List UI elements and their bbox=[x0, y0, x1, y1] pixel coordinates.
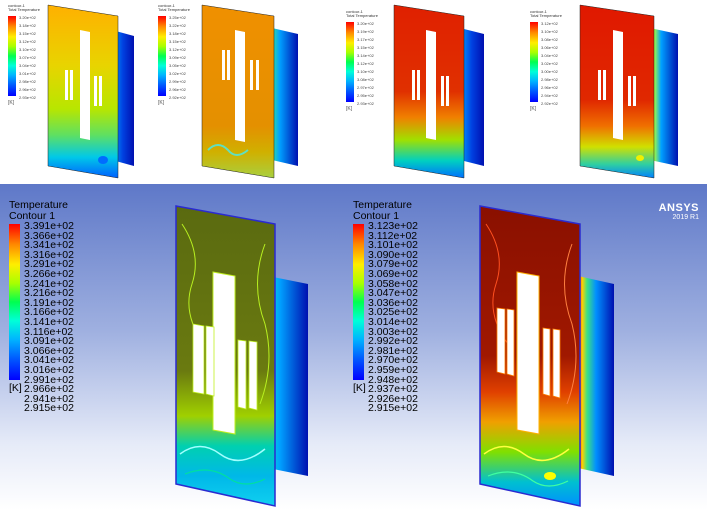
tick-label: 3.20e+02 bbox=[19, 15, 36, 20]
tick-label: 3.06e+02 bbox=[541, 45, 558, 50]
tick-label: 3.12e+02 bbox=[19, 39, 36, 44]
tick-label: 2.95e+02 bbox=[357, 93, 374, 98]
legend-unit: [K] bbox=[530, 106, 537, 112]
panel-top-4: contour-1 Total Temperature 3.12e+02 3.1… bbox=[520, 0, 707, 180]
tick-label: 2.92e+02 bbox=[541, 101, 558, 106]
tick-label: 3.18e+02 bbox=[169, 31, 186, 36]
colorbar bbox=[346, 22, 354, 102]
tick-label: 3.19e+02 bbox=[357, 29, 374, 34]
tick-label: 3.14e+02 bbox=[357, 53, 374, 58]
tick-label: 2.97e+02 bbox=[357, 85, 374, 90]
legend-subtitle: Total Temperature bbox=[530, 13, 562, 18]
tick-label: 3.18e+02 bbox=[19, 23, 36, 28]
tick-label: 2.96e+02 bbox=[541, 85, 558, 90]
legend-subtitle: Total Temperature bbox=[346, 13, 378, 18]
legend-unit: [K] bbox=[9, 382, 22, 394]
legend-bottom-right: Temperature Contour 1 3.123e+02 3.112e+0… bbox=[353, 200, 418, 413]
colorbar bbox=[158, 16, 166, 96]
legend-unit: [K] bbox=[158, 100, 165, 106]
tick-label: 3.10e+02 bbox=[357, 69, 374, 74]
tick-label: 3.00e+02 bbox=[541, 69, 558, 74]
tick-label: 2.96e+02 bbox=[19, 87, 36, 92]
panel-top-3: contour-1 Total Temperature 3.20e+02 3.1… bbox=[338, 0, 518, 180]
tick-label: 3.12e+02 bbox=[169, 47, 186, 52]
colorbar bbox=[9, 224, 20, 380]
tick-label: 3.02e+02 bbox=[541, 61, 558, 66]
tick-label: 2.98e+02 bbox=[19, 79, 36, 84]
tick-label: 2.915e+02 bbox=[368, 402, 418, 415]
tick-label: 3.15e+02 bbox=[357, 45, 374, 50]
tick-label: 2.93e+02 bbox=[357, 101, 374, 106]
tick-label: 3.05e+02 bbox=[169, 63, 186, 68]
tick-label: 3.09e+02 bbox=[169, 55, 186, 60]
legend-unit: [K] bbox=[353, 382, 366, 394]
tick-label: 2.98e+02 bbox=[541, 77, 558, 82]
tick-label: 3.08e+02 bbox=[541, 37, 558, 42]
tick-label: 2.96e+02 bbox=[169, 87, 186, 92]
legend-top-4: contour-1 Total Temperature 3.12e+02 3.1… bbox=[530, 10, 562, 112]
tick-label: 3.17e+02 bbox=[357, 37, 374, 42]
tick-label: 3.15e+02 bbox=[19, 31, 36, 36]
tick-label: 3.07e+02 bbox=[19, 55, 36, 60]
tick-label: 2.915e+02 bbox=[24, 402, 74, 415]
ansys-logo: ANSYS 2019 R1 bbox=[659, 202, 699, 221]
tick-label: 3.08e+02 bbox=[357, 77, 374, 82]
colorbar bbox=[8, 16, 16, 96]
legend-ticks: 3.20e+02 3.19e+02 3.17e+02 3.15e+02 3.14… bbox=[357, 20, 374, 108]
panel-bottom-left: Temperature Contour 1 3.391e+02 3.366e+0… bbox=[0, 184, 350, 510]
tick-label: 3.12e+02 bbox=[541, 21, 558, 26]
colorbar bbox=[530, 22, 538, 102]
legend-bottom-left: Temperature Contour 1 3.391e+02 3.366e+0… bbox=[9, 200, 74, 413]
legend-ticks: 3.12e+02 3.10e+02 3.08e+02 3.06e+02 3.04… bbox=[541, 20, 558, 108]
legend-top-1: contour-1 Total Temperature 3.20e+02 3.1… bbox=[8, 4, 40, 106]
legend-subtitle: Total Temperature bbox=[8, 7, 40, 12]
legend-ticks: 3.391e+02 3.366e+02 3.341e+02 3.316e+02 … bbox=[24, 221, 74, 415]
legend-top-2: contour-1 Total Temperature 3.25e+02 3.2… bbox=[158, 4, 190, 106]
tick-label: 3.02e+02 bbox=[169, 71, 186, 76]
tick-label: 3.01e+02 bbox=[19, 71, 36, 76]
panel-bottom-right: Temperature Contour 1 3.123e+02 3.112e+0… bbox=[350, 184, 707, 510]
tick-label: 3.22e+02 bbox=[169, 23, 186, 28]
legend-unit: [K] bbox=[346, 106, 353, 112]
tick-label: 2.99e+02 bbox=[169, 79, 186, 84]
legend-subtitle: Total Temperature bbox=[158, 7, 190, 12]
panel-top-2: contour-1 Total Temperature 3.25e+02 3.2… bbox=[150, 0, 330, 180]
tick-label: 2.93e+02 bbox=[19, 95, 36, 100]
tick-label: 3.12e+02 bbox=[357, 61, 374, 66]
tick-label: 2.94e+02 bbox=[541, 93, 558, 98]
tick-label: 3.04e+02 bbox=[541, 53, 558, 58]
legend-ticks: 3.123e+02 3.112e+02 3.101e+02 3.090e+02 … bbox=[368, 221, 418, 415]
colorbar bbox=[353, 224, 364, 380]
tick-label: 3.10e+02 bbox=[19, 47, 36, 52]
brand-version: 2019 R1 bbox=[672, 214, 699, 221]
legend-top-3: contour-1 Total Temperature 3.20e+02 3.1… bbox=[346, 10, 378, 112]
panel-top-1: contour-1 Total Temperature 3.20e+02 3.1… bbox=[0, 0, 170, 180]
legend-unit: [K] bbox=[8, 100, 15, 106]
tick-label: 3.04e+02 bbox=[19, 63, 36, 68]
tick-label: 3.20e+02 bbox=[357, 21, 374, 26]
tick-label: 3.25e+02 bbox=[169, 15, 186, 20]
brand-name: ANSYS bbox=[658, 202, 699, 214]
tick-label: 3.10e+02 bbox=[541, 29, 558, 34]
tick-label: 2.92e+02 bbox=[169, 95, 186, 100]
legend-ticks: 3.25e+02 3.22e+02 3.18e+02 3.15e+02 3.12… bbox=[169, 14, 186, 102]
tick-label: 3.15e+02 bbox=[169, 39, 186, 44]
legend-ticks: 3.20e+02 3.18e+02 3.15e+02 3.12e+02 3.10… bbox=[19, 14, 36, 102]
